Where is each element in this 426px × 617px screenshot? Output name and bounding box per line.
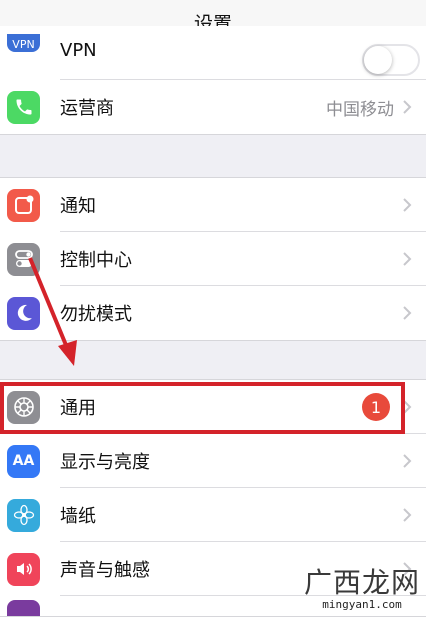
vpn-row[interactable]: VPN VPN [0, 26, 426, 80]
do-not-disturb-label: 勿扰模式 [60, 304, 132, 325]
notifications-row[interactable]: 通知 [0, 178, 426, 232]
control-center-row[interactable]: 控制中心 [0, 232, 426, 286]
system-group: 通知 控制中心 勿扰模式 [0, 177, 426, 341]
chevron-right-icon [403, 198, 412, 212]
gear-icon [7, 390, 40, 424]
vpn-toggle[interactable] [362, 44, 420, 76]
chevron-right-icon [403, 400, 412, 414]
carrier-value: 中国移动 [326, 99, 394, 120]
notifications-icon [7, 188, 40, 222]
general-label: 通用 [60, 398, 96, 419]
do-not-disturb-row[interactable]: 勿扰模式 [0, 286, 426, 340]
display-brightness-label: 显示与亮度 [60, 452, 150, 473]
phone-icon [7, 90, 40, 124]
chevron-right-icon [403, 100, 412, 114]
chevron-right-icon [403, 306, 412, 320]
sounds-haptics-label: 声音与触感 [60, 560, 150, 581]
control-center-label: 控制中心 [60, 250, 132, 271]
toggle-knob [364, 46, 392, 74]
chevron-right-icon [403, 252, 412, 266]
sound-icon [7, 552, 40, 586]
network-group: VPN VPN 运营商 中国移动 [0, 26, 426, 135]
wallpaper-icon [7, 498, 40, 532]
chevron-right-icon [403, 454, 412, 468]
display-icon: AA [7, 444, 40, 478]
carrier-row[interactable]: 运营商 中国移动 [0, 80, 426, 134]
vpn-label: VPN [60, 40, 97, 61]
display-brightness-row[interactable]: AA 显示与亮度 [0, 434, 426, 488]
notification-badge: 1 [362, 393, 390, 421]
vpn-icon: VPN [7, 34, 40, 52]
wallpaper-row[interactable]: 墙纸 [0, 488, 426, 542]
chevron-right-icon [403, 508, 412, 522]
control-center-icon [7, 242, 40, 276]
moon-icon [7, 296, 40, 330]
wallpaper-label: 墙纸 [60, 506, 96, 527]
watermark: 广西龙网 mingyan1.com [303, 566, 420, 612]
carrier-label: 运营商 [60, 98, 114, 119]
notifications-label: 通知 [60, 196, 96, 217]
general-row[interactable]: 通用 1 [0, 380, 426, 434]
siri-icon [7, 600, 40, 616]
